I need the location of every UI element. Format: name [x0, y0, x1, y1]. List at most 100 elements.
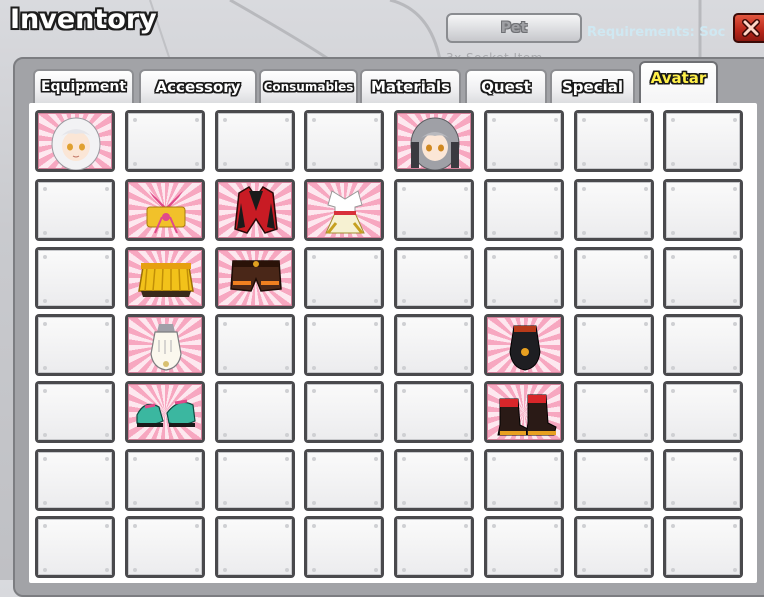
slot-rivet — [402, 255, 406, 259]
inventory-slot-empty[interactable] — [304, 314, 384, 376]
inventory-slot-empty[interactable] — [574, 516, 654, 578]
slot-rivet — [223, 366, 227, 370]
inventory-slot-empty[interactable] — [484, 247, 564, 309]
slot-rivet — [644, 568, 648, 572]
inventory-slot-empty[interactable] — [125, 516, 205, 578]
tab-accessory[interactable]: Accessory — [139, 69, 257, 103]
slot-rivet — [582, 299, 586, 303]
slot-rivet — [133, 568, 137, 572]
inventory-slot-empty[interactable] — [484, 179, 564, 241]
inventory-slot-empty[interactable] — [663, 449, 743, 511]
inventory-slot-empty[interactable] — [663, 110, 743, 172]
inventory-slot-empty[interactable] — [35, 449, 115, 511]
tab-special[interactable]: Special — [550, 69, 635, 103]
slot-rivet — [43, 501, 47, 505]
inventory-slot-empty[interactable] — [35, 179, 115, 241]
slot-rivet — [644, 118, 648, 122]
inventory-slot-filled[interactable] — [215, 179, 295, 241]
inventory-slot-empty[interactable] — [484, 449, 564, 511]
slot-rivet — [733, 501, 737, 505]
inventory-slot-filled[interactable] — [484, 314, 564, 376]
inventory-slot-empty[interactable] — [574, 314, 654, 376]
inventory-slot-empty[interactable] — [304, 110, 384, 172]
inventory-slot-empty[interactable] — [125, 449, 205, 511]
inventory-slot-empty[interactable] — [304, 449, 384, 511]
slot-background — [397, 113, 471, 170]
inventory-slot-empty[interactable] — [215, 449, 295, 511]
tab-materials[interactable]: Materials — [360, 69, 461, 103]
red-boots-icon — [497, 394, 557, 436]
slot-background — [307, 452, 381, 508]
inventory-slot-empty[interactable] — [394, 179, 474, 241]
slot-background — [128, 113, 202, 169]
inventory-slot-empty[interactable] — [215, 381, 295, 443]
inventory-slot-empty[interactable] — [484, 516, 564, 578]
inventory-slot-filled[interactable] — [125, 314, 205, 376]
slot-background — [128, 317, 202, 373]
inventory-slot-empty[interactable] — [35, 516, 115, 578]
inventory-slot-empty[interactable] — [663, 314, 743, 376]
slot-rivet — [223, 389, 227, 393]
inventory-slot-filled[interactable] — [125, 179, 205, 241]
inventory-slot-filled[interactable] — [215, 247, 295, 309]
inventory-slot-empty[interactable] — [663, 516, 743, 578]
slot-rivet — [671, 568, 675, 572]
white-dress-icon — [325, 190, 365, 234]
inventory-slot-empty[interactable] — [394, 449, 474, 511]
inventory-grid — [35, 110, 749, 580]
inventory-slot-empty[interactable] — [574, 247, 654, 309]
inventory-slot-empty[interactable] — [304, 381, 384, 443]
inventory-slot-filled[interactable] — [304, 179, 384, 241]
close-button[interactable] — [733, 13, 764, 43]
slot-rivet — [285, 457, 289, 461]
inventory-slot-empty[interactable] — [394, 381, 474, 443]
tab-avatar[interactable]: Avatar — [639, 61, 718, 105]
inventory-slot-empty[interactable] — [663, 247, 743, 309]
slot-rivet — [402, 524, 406, 528]
inventory-slot-empty[interactable] — [215, 110, 295, 172]
inventory-slot-empty[interactable] — [484, 110, 564, 172]
slot-rivet — [402, 457, 406, 461]
inventory-slot-filled[interactable] — [35, 110, 115, 172]
inventory-slot-filled[interactable] — [125, 381, 205, 443]
inventory-slot-empty[interactable] — [663, 381, 743, 443]
inventory-slot-filled[interactable] — [125, 247, 205, 309]
inventory-slot-empty[interactable] — [574, 110, 654, 172]
inventory-slot-filled[interactable] — [484, 381, 564, 443]
slot-rivet — [43, 568, 47, 572]
inventory-slot-empty[interactable] — [125, 110, 205, 172]
slot-rivet — [554, 568, 558, 572]
slot-rivet — [105, 231, 109, 235]
inventory-slot-empty[interactable] — [215, 314, 295, 376]
inventory-slot-empty[interactable] — [35, 247, 115, 309]
inventory-slot-empty[interactable] — [215, 516, 295, 578]
inventory-slot-empty[interactable] — [304, 516, 384, 578]
inventory-slot-empty[interactable] — [394, 516, 474, 578]
inventory-slot-empty[interactable] — [574, 449, 654, 511]
slot-rivet — [554, 299, 558, 303]
inventory-slot-empty[interactable] — [394, 247, 474, 309]
inventory-slot-empty[interactable] — [574, 381, 654, 443]
inventory-slot-filled[interactable] — [394, 110, 474, 172]
inventory-slot-empty[interactable] — [574, 179, 654, 241]
slot-rivet — [492, 524, 496, 528]
slot-rivet — [285, 322, 289, 326]
slot-background — [38, 182, 112, 238]
slot-rivet — [43, 366, 47, 370]
tab-equipment[interactable]: Equipment — [33, 69, 134, 103]
tab-quest[interactable]: Quest — [465, 69, 547, 103]
slot-rivet — [644, 322, 648, 326]
inventory-slot-empty[interactable] — [304, 247, 384, 309]
slot-rivet — [464, 524, 468, 528]
slot-background — [666, 317, 740, 373]
inventory-slot-empty[interactable] — [663, 179, 743, 241]
teal-shoes-icon — [136, 399, 196, 427]
inventory-slot-empty[interactable] — [35, 314, 115, 376]
slot-rivet — [464, 231, 468, 235]
pet-button[interactable]: Pet — [446, 13, 582, 43]
slot-rivet — [374, 524, 378, 528]
slot-rivet — [464, 389, 468, 393]
tab-consumables[interactable]: Consumables — [259, 69, 358, 103]
inventory-slot-empty[interactable] — [35, 381, 115, 443]
inventory-slot-empty[interactable] — [394, 314, 474, 376]
